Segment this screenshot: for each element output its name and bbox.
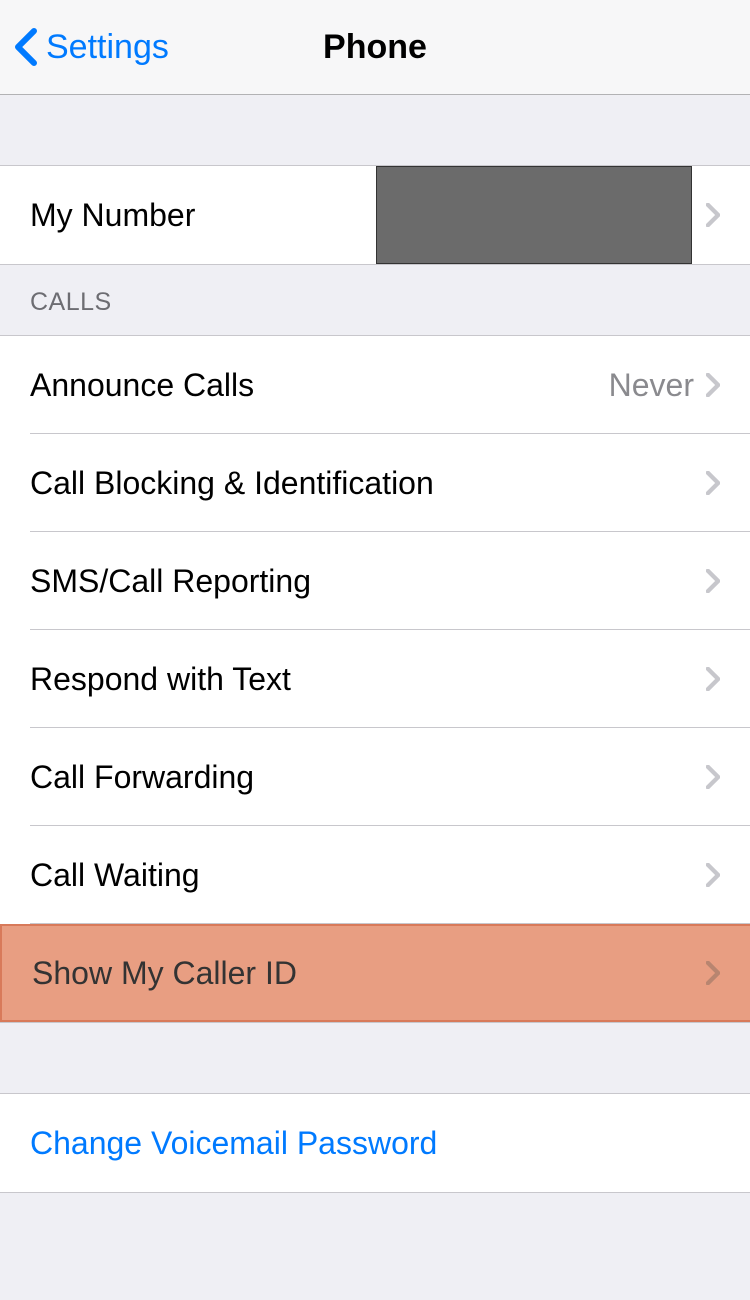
call-forwarding-cell[interactable]: Call Forwarding	[0, 728, 750, 826]
chevron-right-icon	[706, 471, 720, 495]
page-title: Phone	[323, 28, 427, 67]
spacer	[0, 1023, 750, 1093]
call-forwarding-label: Call Forwarding	[30, 759, 706, 796]
chevron-right-icon	[706, 863, 720, 887]
spacer	[0, 95, 750, 165]
my-number-cell[interactable]: My Number	[0, 166, 750, 264]
sms-reporting-label: SMS/Call Reporting	[30, 563, 706, 600]
change-voicemail-password-cell[interactable]: Change Voicemail Password	[0, 1094, 750, 1192]
calls-header-container: CALLS	[0, 265, 750, 335]
voicemail-group: Change Voicemail Password	[0, 1093, 750, 1193]
chevron-right-icon	[706, 373, 720, 397]
respond-text-label: Respond with Text	[30, 661, 706, 698]
chevron-right-icon	[706, 569, 720, 593]
my-number-label: My Number	[30, 197, 376, 234]
show-caller-id-cell[interactable]: Show My Caller ID	[0, 924, 750, 1022]
back-button[interactable]: Settings	[0, 27, 169, 67]
show-caller-id-label: Show My Caller ID	[32, 955, 706, 992]
calls-header: CALLS	[0, 280, 750, 325]
chevron-right-icon	[706, 203, 720, 227]
back-label: Settings	[46, 28, 169, 67]
call-blocking-label: Call Blocking & Identification	[30, 465, 706, 502]
call-waiting-label: Call Waiting	[30, 857, 706, 894]
change-voicemail-password-label: Change Voicemail Password	[30, 1125, 720, 1162]
announce-calls-cell[interactable]: Announce Calls Never	[0, 336, 750, 434]
chevron-left-icon	[14, 27, 38, 67]
respond-text-cell[interactable]: Respond with Text	[0, 630, 750, 728]
chevron-right-icon	[706, 765, 720, 789]
call-blocking-cell[interactable]: Call Blocking & Identification	[0, 434, 750, 532]
navigation-bar: Settings Phone	[0, 0, 750, 95]
call-waiting-cell[interactable]: Call Waiting	[0, 826, 750, 924]
announce-calls-label: Announce Calls	[30, 367, 609, 404]
sms-reporting-cell[interactable]: SMS/Call Reporting	[0, 532, 750, 630]
calls-group: Announce Calls Never Call Blocking & Ide…	[0, 335, 750, 1023]
chevron-right-icon	[706, 961, 720, 985]
redacted-number	[376, 166, 692, 264]
announce-calls-value: Never	[609, 367, 694, 404]
my-number-group: My Number	[0, 165, 750, 265]
chevron-right-icon	[706, 667, 720, 691]
